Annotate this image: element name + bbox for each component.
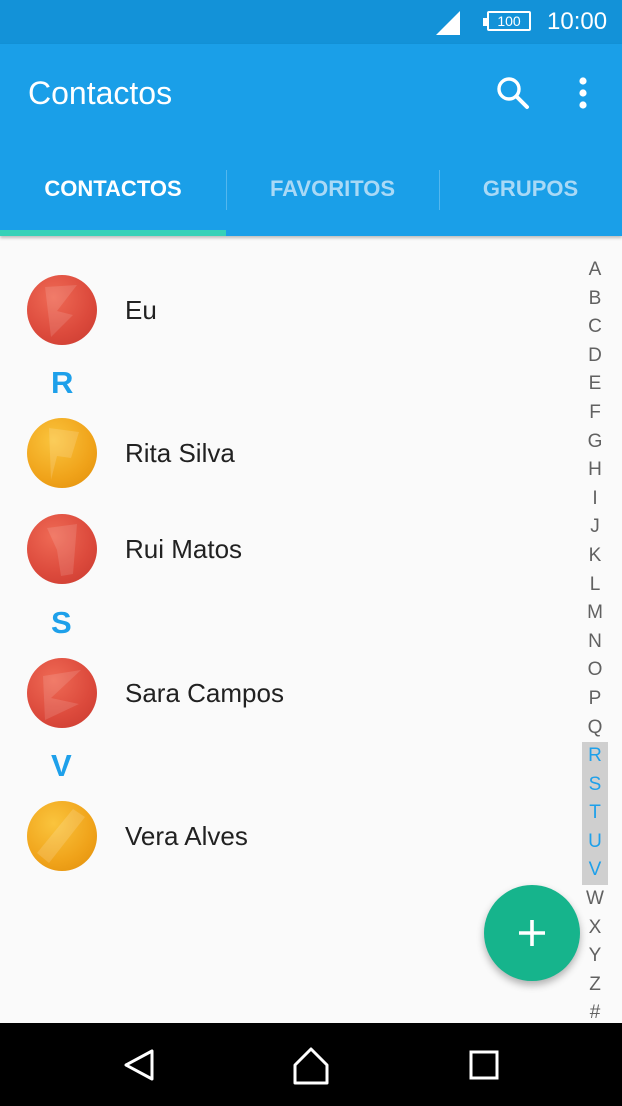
contact-row[interactable]: Rita Silva bbox=[0, 413, 580, 493]
contact-name: Rita Silva bbox=[125, 438, 235, 468]
add-contact-button[interactable] bbox=[484, 885, 580, 981]
index-letter[interactable]: O bbox=[582, 656, 608, 685]
alphabet-index[interactable]: A B C D E F G H I J K L M N O P Q R S T U V W X Y Z # bbox=[582, 256, 608, 1028]
tab-indicator bbox=[0, 230, 226, 236]
contact-row[interactable]: Sara Campos bbox=[0, 653, 580, 733]
index-letter[interactable]: X bbox=[582, 914, 608, 943]
app-bar: Contactos CONTACTOS FAVORITOS GRUPOS bbox=[0, 44, 622, 236]
index-letter[interactable]: U bbox=[582, 827, 608, 857]
index-letter[interactable]: R bbox=[582, 742, 608, 771]
contact-row-me[interactable]: Eu bbox=[0, 270, 580, 350]
tab-grupos[interactable]: GRUPOS bbox=[439, 156, 622, 236]
index-letter[interactable]: M bbox=[582, 599, 608, 628]
more-vert-icon[interactable] bbox=[568, 73, 598, 113]
index-letter[interactable]: S bbox=[582, 770, 608, 800]
home-icon[interactable] bbox=[286, 1041, 336, 1089]
index-letter[interactable]: A bbox=[582, 256, 608, 285]
avatar bbox=[27, 801, 97, 871]
index-letter[interactable]: L bbox=[582, 571, 608, 600]
index-letter[interactable]: Q bbox=[582, 714, 608, 743]
index-letter[interactable]: I bbox=[582, 485, 608, 514]
index-letter[interactable]: E bbox=[582, 370, 608, 399]
avatar bbox=[27, 275, 97, 345]
index-letter[interactable]: K bbox=[582, 542, 608, 571]
section-header-r: R bbox=[51, 365, 74, 400]
contact-row[interactable]: Vera Alves bbox=[0, 796, 580, 876]
recents-icon[interactable] bbox=[459, 1041, 509, 1089]
index-letter[interactable]: C bbox=[582, 313, 608, 342]
avatar bbox=[27, 514, 97, 584]
avatar bbox=[27, 418, 97, 488]
back-icon[interactable] bbox=[114, 1041, 164, 1089]
index-letter[interactable]: B bbox=[582, 285, 608, 314]
avatar bbox=[27, 658, 97, 728]
index-letter[interactable]: D bbox=[582, 342, 608, 371]
index-letter[interactable]: P bbox=[582, 685, 608, 714]
index-letter[interactable]: Z bbox=[582, 971, 608, 1000]
contact-name: Rui Matos bbox=[125, 534, 243, 564]
index-letter[interactable]: H bbox=[582, 456, 608, 485]
tab-bar: CONTACTOS FAVORITOS GRUPOS bbox=[0, 156, 622, 236]
search-icon[interactable] bbox=[493, 73, 533, 113]
index-letter[interactable]: G bbox=[582, 428, 608, 457]
status-bar: 100 10:00 bbox=[0, 0, 622, 44]
index-letter[interactable]: J bbox=[582, 513, 608, 542]
clock: 10:00 bbox=[547, 8, 608, 35]
signal-icon bbox=[436, 11, 460, 35]
navigation-bar bbox=[0, 1023, 622, 1106]
index-letter[interactable]: T bbox=[582, 799, 608, 828]
index-letter[interactable]: F bbox=[582, 399, 608, 428]
contact-name: Sara Campos bbox=[125, 678, 284, 708]
contact-row[interactable]: Rui Matos bbox=[0, 509, 580, 589]
battery-icon: 100 bbox=[483, 11, 531, 31]
index-letter[interactable]: Y bbox=[582, 942, 608, 971]
section-header-s: S bbox=[51, 605, 72, 640]
index-letter[interactable]: V bbox=[582, 856, 608, 886]
page-title: Contactos bbox=[28, 75, 173, 111]
contact-name: Eu bbox=[125, 295, 157, 325]
contact-name: Vera Alves bbox=[125, 821, 248, 851]
tab-contactos[interactable]: CONTACTOS bbox=[0, 156, 226, 236]
section-header-v: V bbox=[51, 748, 72, 783]
index-letter[interactable]: N bbox=[582, 628, 608, 657]
index-letter[interactable]: W bbox=[582, 885, 608, 914]
tab-favoritos[interactable]: FAVORITOS bbox=[226, 156, 439, 236]
plus-icon bbox=[519, 920, 545, 946]
